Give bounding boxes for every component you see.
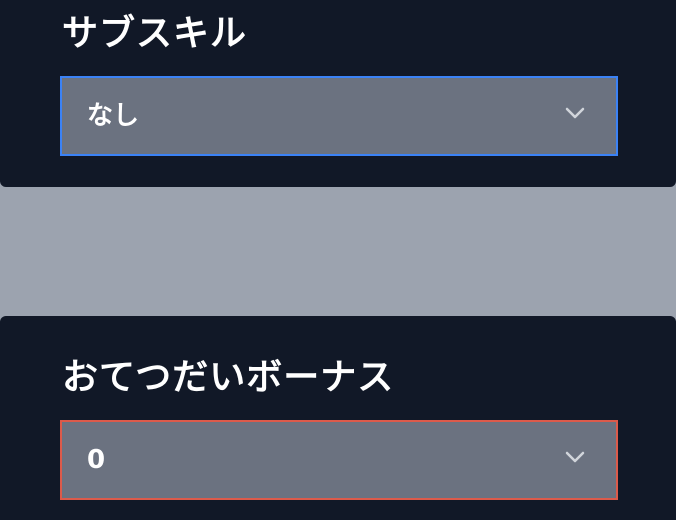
- helper-bonus-selected-value: 0: [87, 445, 106, 475]
- helper-bonus-panel: おてつだいボーナス 0: [0, 316, 676, 520]
- subskill-select[interactable]: なし: [60, 76, 618, 156]
- chevron-down-icon: [565, 107, 585, 119]
- chevron-down-icon: [565, 451, 585, 463]
- helper-bonus-select[interactable]: 0: [60, 420, 618, 500]
- helper-bonus-label: おてつだいボーナス: [62, 357, 395, 398]
- subskill-panel: サブスキル なし: [0, 0, 676, 187]
- subskill-selected-value: なし: [87, 101, 140, 131]
- subskill-label: サブスキル: [62, 13, 248, 54]
